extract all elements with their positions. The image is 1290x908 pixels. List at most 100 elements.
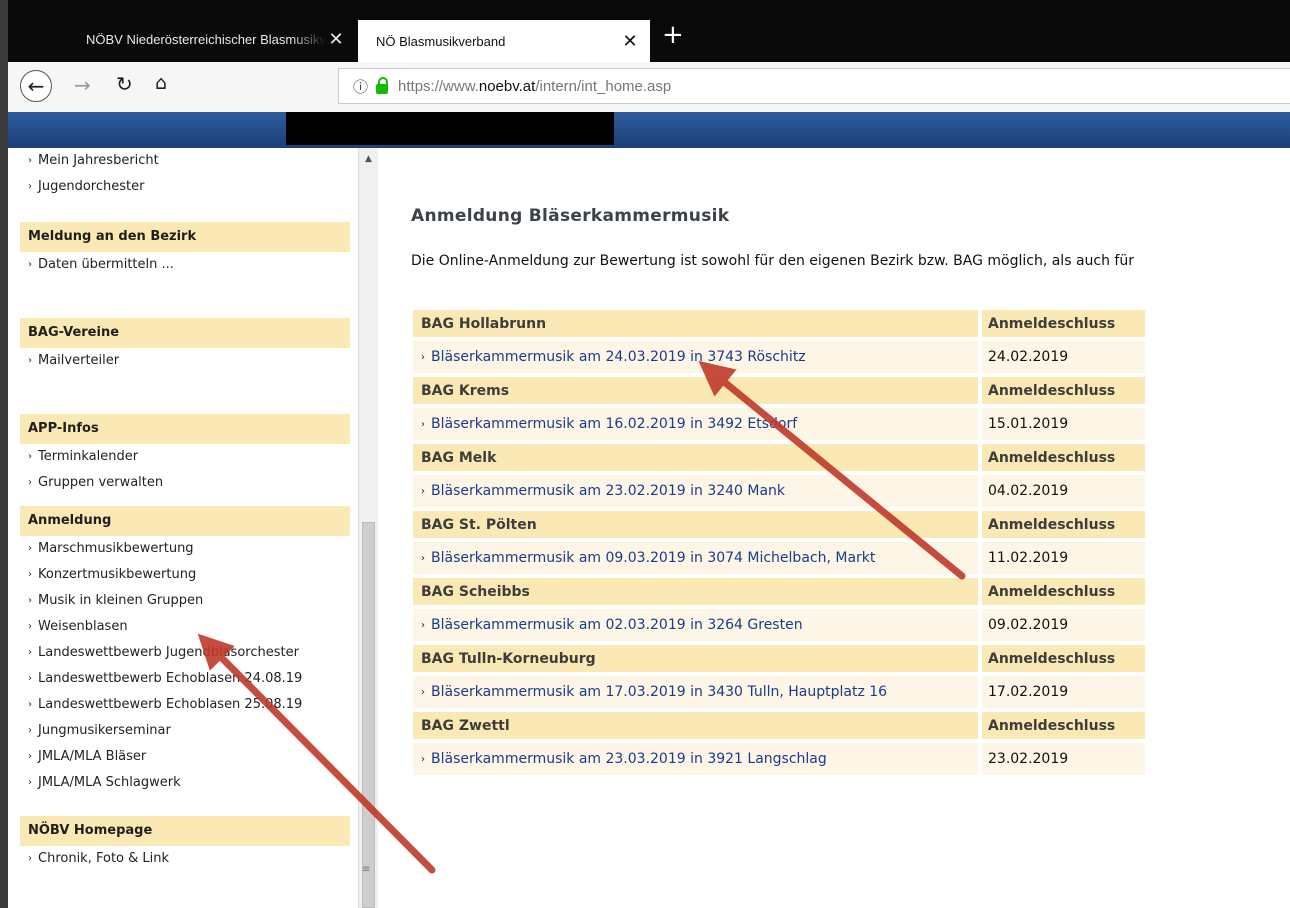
main-content: Anmeldung Bläserkammermusik Die Online-A… xyxy=(378,148,1290,908)
chevron-right-icon: › xyxy=(421,419,425,430)
bag-name: BAG St. Pölten xyxy=(413,511,978,538)
group-header-row: BAG Tulln-Korneuburg Anmeldeschluss xyxy=(413,645,1145,672)
sidebar-item-jungmusikerseminar[interactable]: › Jungmusikerseminar xyxy=(20,718,350,744)
sidebar-item-jugendorchester[interactable]: › Jugendorchester xyxy=(20,174,350,200)
event-row: › Bläserkammermusik am 16.02.2019 in 3492… xyxy=(413,408,1145,440)
sidebar-item-jmla-blaeser[interactable]: › JMLA/MLA Bläser xyxy=(20,744,350,770)
sidebar-scrollbar[interactable]: ▲ ≡ xyxy=(358,148,378,908)
deadline-header: Anmeldeschluss xyxy=(978,310,1145,337)
event-row: › Bläserkammermusik am 02.03.2019 in 3264… xyxy=(413,609,1145,641)
event-row: › Bläserkammermusik am 24.03.2019 in 3743… xyxy=(413,341,1145,373)
sidebar-item-konzertmusikbewertung[interactable]: › Konzertmusikbewertung xyxy=(20,562,350,588)
event-link[interactable]: › Bläserkammermusik am 09.03.2019 in 3074… xyxy=(413,542,978,574)
home-icon[interactable]: ⌂ xyxy=(155,72,167,94)
back-arrow-icon: ← xyxy=(27,74,45,98)
scroll-up-icon[interactable]: ▲ xyxy=(365,154,372,164)
sidebar-item-lw-jugendblasorchester[interactable]: › Landeswettbewerb Jugendblasorchester xyxy=(20,640,350,666)
event-link[interactable]: › Bläserkammermusik am 16.02.2019 in 3492… xyxy=(413,408,978,440)
chevron-right-icon: › xyxy=(421,553,425,564)
bag-name: BAG Krems xyxy=(413,377,978,404)
sidebar-item-mein-jahresbericht[interactable]: › Mein Jahresbericht xyxy=(20,148,350,174)
event-link[interactable]: › Bläserkammermusik am 24.03.2019 in 3743… xyxy=(413,341,978,373)
sidebar-item-musik-in-kleinen-gruppen[interactable]: › Musik in kleinen Gruppen xyxy=(20,588,350,614)
deadline-header: Anmeldeschluss xyxy=(978,444,1145,471)
close-icon[interactable]: ✕ xyxy=(620,31,640,52)
sidebar-heading-bag-vereine: BAG-Vereine xyxy=(20,318,350,348)
info-icon[interactable]: ⓘ xyxy=(353,76,368,97)
address-bar[interactable]: ⓘ https://www.noebv.at/intern/int_home.a… xyxy=(338,68,1290,104)
lock-icon xyxy=(376,77,389,94)
event-link[interactable]: › Bläserkammermusik am 23.03.2019 in 3921… xyxy=(413,743,978,775)
chevron-right-icon: › xyxy=(28,647,32,658)
deadline-header: Anmeldeschluss xyxy=(978,511,1145,538)
sidebar-item-chronik[interactable]: › Chronik, Foto & Link xyxy=(20,846,350,872)
deadline-header: Anmeldeschluss xyxy=(978,712,1145,739)
chevron-right-icon: › xyxy=(28,673,32,684)
close-icon[interactable]: ✕ xyxy=(326,29,346,50)
deadline-header: Anmeldeschluss xyxy=(978,578,1145,605)
sidebar-item-weisenblasen[interactable]: › Weisenblasen xyxy=(20,614,350,640)
event-row: › Bläserkammermusik am 09.03.2019 in 3074… xyxy=(413,542,1145,574)
chevron-right-icon: › xyxy=(28,451,32,462)
bag-name: BAG Scheibbs xyxy=(413,578,978,605)
sidebar-item-lw-echoblasen-24[interactable]: › Landeswettbewerb Echoblasen 24.08.19 xyxy=(20,666,350,692)
forward-arrow-icon[interactable]: → xyxy=(74,73,91,97)
chevron-right-icon: › xyxy=(28,751,32,762)
sidebar-heading-meldung: Meldung an den Bezirk xyxy=(20,222,350,252)
deadline-date: 09.02.2019 xyxy=(978,609,1145,641)
chevron-right-icon: › xyxy=(28,569,32,580)
chevron-right-icon: › xyxy=(28,621,32,632)
sidebar: › Mein Jahresbericht › Jugendorchester Mel… xyxy=(8,148,378,908)
chevron-right-icon: › xyxy=(28,543,32,554)
deadline-date: 24.02.2019 xyxy=(978,341,1145,373)
sidebar-heading-noebv-homepage: NÖBV Homepage xyxy=(20,816,350,846)
page-title: Anmeldung Bläserkammermusik xyxy=(411,206,730,226)
chevron-right-icon: › xyxy=(28,477,32,488)
chevron-right-icon: › xyxy=(28,355,32,366)
sidebar-item-marschmusikbewertung[interactable]: › Marschmusikbewertung xyxy=(20,536,350,562)
back-button[interactable]: ← xyxy=(20,70,52,102)
chevron-right-icon: › xyxy=(28,155,32,166)
chevron-right-icon: › xyxy=(28,181,32,192)
reload-icon[interactable]: ↻ xyxy=(116,72,133,96)
group-header-row: BAG Hollabrunn Anmeldeschluss xyxy=(413,310,1145,337)
tab-noebv-home[interactable]: NÖBV Niederösterreichischer Blasmusikver… xyxy=(68,20,356,58)
new-tab-icon[interactable]: + xyxy=(662,22,684,48)
deadline-date: 15.01.2019 xyxy=(978,408,1145,440)
sidebar-item-mailverteiler[interactable]: › Mailverteiler xyxy=(20,348,350,374)
tab-noe-blasmusikverband[interactable]: NÖ Blasmusikverband ✕ xyxy=(358,20,650,62)
deadline-header: Anmeldeschluss xyxy=(978,377,1145,404)
chevron-right-icon: › xyxy=(421,687,425,698)
event-link[interactable]: › Bläserkammermusik am 17.03.2019 in 3430… xyxy=(413,676,978,708)
chevron-right-icon: › xyxy=(28,777,32,788)
sidebar-item-lw-echoblasen-25[interactable]: › Landeswettbewerb Echoblasen 25.08.19 xyxy=(20,692,350,718)
sidebar-item-gruppen-verwalten[interactable]: › Gruppen verwalten xyxy=(20,470,350,496)
scrollbar-thumb[interactable] xyxy=(362,522,375,908)
chevron-right-icon: › xyxy=(28,699,32,710)
chevron-right-icon: › xyxy=(421,620,425,631)
bag-name: BAG Hollabrunn xyxy=(413,310,978,337)
group-header-row: BAG Krems Anmeldeschluss xyxy=(413,377,1145,404)
navigation-bar: ← → ↻ ⌂ ⓘ https://www.noebv.at/intern/in… xyxy=(8,62,1290,113)
chevron-right-icon: › xyxy=(421,352,425,363)
deadline-date: 23.02.2019 xyxy=(978,743,1145,775)
chevron-right-icon: › xyxy=(28,259,32,270)
chevron-right-icon: › xyxy=(28,725,32,736)
event-row: › Bläserkammermusik am 23.03.2019 in 3921… xyxy=(413,743,1145,775)
bag-name: BAG Zwettl xyxy=(413,712,978,739)
group-header-row: BAG Zwettl Anmeldeschluss xyxy=(413,712,1145,739)
event-link[interactable]: › Bläserkammermusik am 02.03.2019 in 3264… xyxy=(413,609,978,641)
url-text: https://www.noebv.at/intern/int_home.asp xyxy=(398,77,672,95)
sidebar-item-daten-uebermitteln[interactable]: › Daten übermitteln ... xyxy=(20,252,350,278)
bag-name: BAG Melk xyxy=(413,444,978,471)
chevron-right-icon: › xyxy=(28,853,32,864)
tab-bar: NÖBV Niederösterreichischer Blasmusikver… xyxy=(8,0,1290,62)
sidebar-item-terminkalender[interactable]: › Terminkalender xyxy=(20,444,350,470)
tab-title: NÖ Blasmusikverband xyxy=(376,33,506,49)
intro-text: Die Online-Anmeldung zur Bewertung ist s… xyxy=(411,253,1134,269)
bag-name: BAG Tulln-Korneuburg xyxy=(413,645,978,672)
deadline-date: 17.02.2019 xyxy=(978,676,1145,708)
event-link[interactable]: › Bläserkammermusik am 23.02.2019 in 3240… xyxy=(413,475,978,507)
sidebar-item-jmla-schlagwerk[interactable]: › JMLA/MLA Schlagwerk xyxy=(20,770,350,796)
deadline-date: 11.02.2019 xyxy=(978,542,1145,574)
